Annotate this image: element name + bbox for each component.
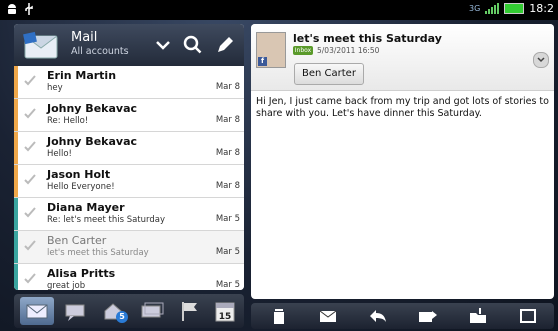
- unread-count-badge: 5: [116, 311, 128, 323]
- chevron-down-icon[interactable]: [152, 34, 174, 56]
- message-view-panel: f let's meet this Saturday Inbox 5/03/20…: [251, 24, 554, 299]
- checkmark-icon[interactable]: [23, 140, 37, 154]
- checkmark-icon[interactable]: [23, 239, 37, 253]
- list-item[interactable]: Erin Martin hey Mar 8: [14, 66, 244, 99]
- sender-name: Ben Carter: [47, 234, 107, 247]
- search-icon[interactable]: [182, 34, 204, 56]
- flag-icon: [182, 302, 197, 321]
- tab-invites[interactable]: 15: [208, 297, 242, 325]
- message-date: Mar 8: [215, 181, 240, 191]
- move-to-folder-icon[interactable]: [468, 307, 488, 325]
- forward-icon[interactable]: [418, 307, 438, 325]
- sender-name: Jason Holt: [47, 168, 111, 181]
- sender-name: Johny Bekavac: [47, 102, 138, 115]
- tab-flagged[interactable]: [172, 297, 206, 325]
- signal-bars-icon: [485, 3, 500, 14]
- message-date: Mar 8: [215, 82, 240, 92]
- checkmark-icon[interactable]: [23, 272, 37, 286]
- account-color-bar: [14, 66, 18, 98]
- usb-icon: [25, 3, 33, 15]
- message-preview: Re: let's meet this Saturday: [47, 215, 165, 225]
- message-preview: Hello!: [47, 149, 72, 159]
- mail-title: Mail: [71, 30, 98, 45]
- account-color-bar: [14, 198, 18, 230]
- list-item[interactable]: Alisa Pritts great job Mar 5: [14, 264, 244, 290]
- message-preview: hey: [47, 83, 63, 93]
- mail-list-panel: Mail All accounts Erin Martin hey Mar 8 …: [14, 24, 244, 290]
- reply-icon[interactable]: [368, 307, 388, 325]
- facebook-icon: f: [258, 57, 267, 66]
- envelopes-icon: [141, 302, 164, 318]
- sender-name: Diana Mayer: [47, 201, 125, 214]
- message-body: Hi Jen, I just came back from my trip an…: [256, 96, 549, 119]
- checkmark-icon[interactable]: [23, 74, 37, 88]
- folder-tag: Inbox: [293, 46, 313, 55]
- android-robot-icon: [8, 4, 16, 14]
- clock: 18:2: [529, 2, 554, 15]
- network-type: 3G: [469, 3, 481, 13]
- mark-unread-icon[interactable]: [318, 307, 338, 325]
- message-date: Mar 8: [215, 115, 240, 125]
- tab-unread[interactable]: [134, 297, 168, 325]
- message-header: f let's meet this Saturday Inbox 5/03/20…: [251, 24, 554, 91]
- list-item[interactable]: Diana Mayer Re: let's meet this Saturday…: [14, 198, 244, 231]
- fullscreen-icon[interactable]: [518, 307, 538, 325]
- conversation-icon: [65, 304, 85, 321]
- account-color-bar: [14, 264, 18, 290]
- account-color-bar: [14, 165, 18, 197]
- mail-tab-bar: 5 15: [14, 294, 244, 328]
- account-color-bar: [14, 132, 18, 164]
- tab-inbox[interactable]: [20, 297, 54, 325]
- envelope-icon: [23, 31, 58, 59]
- message-preview: let's meet this Saturday: [47, 248, 149, 258]
- checkmark-icon[interactable]: [23, 173, 37, 187]
- list-item[interactable]: Jason Holt Hello Everyone! Mar 8: [14, 165, 244, 198]
- account-color-bar: [14, 99, 18, 131]
- sender-button[interactable]: Ben Carter: [294, 63, 364, 85]
- delete-icon[interactable]: [269, 307, 289, 325]
- account-selector[interactable]: All accounts: [71, 46, 129, 57]
- message-preview: Re: Hello!: [47, 116, 89, 126]
- message-date: Mar 5: [215, 247, 240, 257]
- message-date: Mar 5: [215, 214, 240, 224]
- message-subject: let's meet this Saturday: [293, 32, 442, 45]
- message-list: Erin Martin hey Mar 8 Johny Bekavac Re: …: [14, 66, 244, 290]
- calendar-icon: 15: [215, 302, 235, 322]
- battery-icon: [504, 3, 525, 14]
- tab-groups[interactable]: 5: [96, 297, 130, 325]
- message-datetime: 5/03/2011 16:50: [317, 46, 380, 55]
- inbox-envelope-icon: [26, 304, 48, 319]
- message-date: Mar 5: [215, 280, 240, 290]
- list-item[interactable]: Johny Bekavac Re: Hello! Mar 8: [14, 99, 244, 132]
- message-preview: Hello Everyone!: [47, 182, 115, 192]
- sender-name: Erin Martin: [47, 69, 117, 82]
- calendar-day: 15: [219, 312, 232, 322]
- checkmark-icon[interactable]: [23, 206, 37, 220]
- message-preview: great job: [47, 281, 86, 290]
- chevron-down-icon[interactable]: [533, 52, 549, 68]
- message-toolbar: [251, 303, 554, 329]
- avatar[interactable]: f: [256, 32, 286, 68]
- list-item[interactable]: Johny Bekavac Hello! Mar 8: [14, 132, 244, 165]
- status-bar: 3G 18:2: [0, 0, 558, 20]
- account-color-bar: [14, 231, 18, 263]
- compose-pencil-icon[interactable]: [214, 34, 236, 56]
- list-item[interactable]: Ben Carter let's meet this Saturday Mar …: [14, 231, 244, 264]
- sender-name: Alisa Pritts: [47, 267, 116, 280]
- mail-header: Mail All accounts: [14, 24, 244, 66]
- checkmark-icon[interactable]: [23, 107, 37, 121]
- sender-name: Johny Bekavac: [47, 135, 138, 148]
- tab-conversations[interactable]: [58, 297, 92, 325]
- message-date: Mar 8: [215, 148, 240, 158]
